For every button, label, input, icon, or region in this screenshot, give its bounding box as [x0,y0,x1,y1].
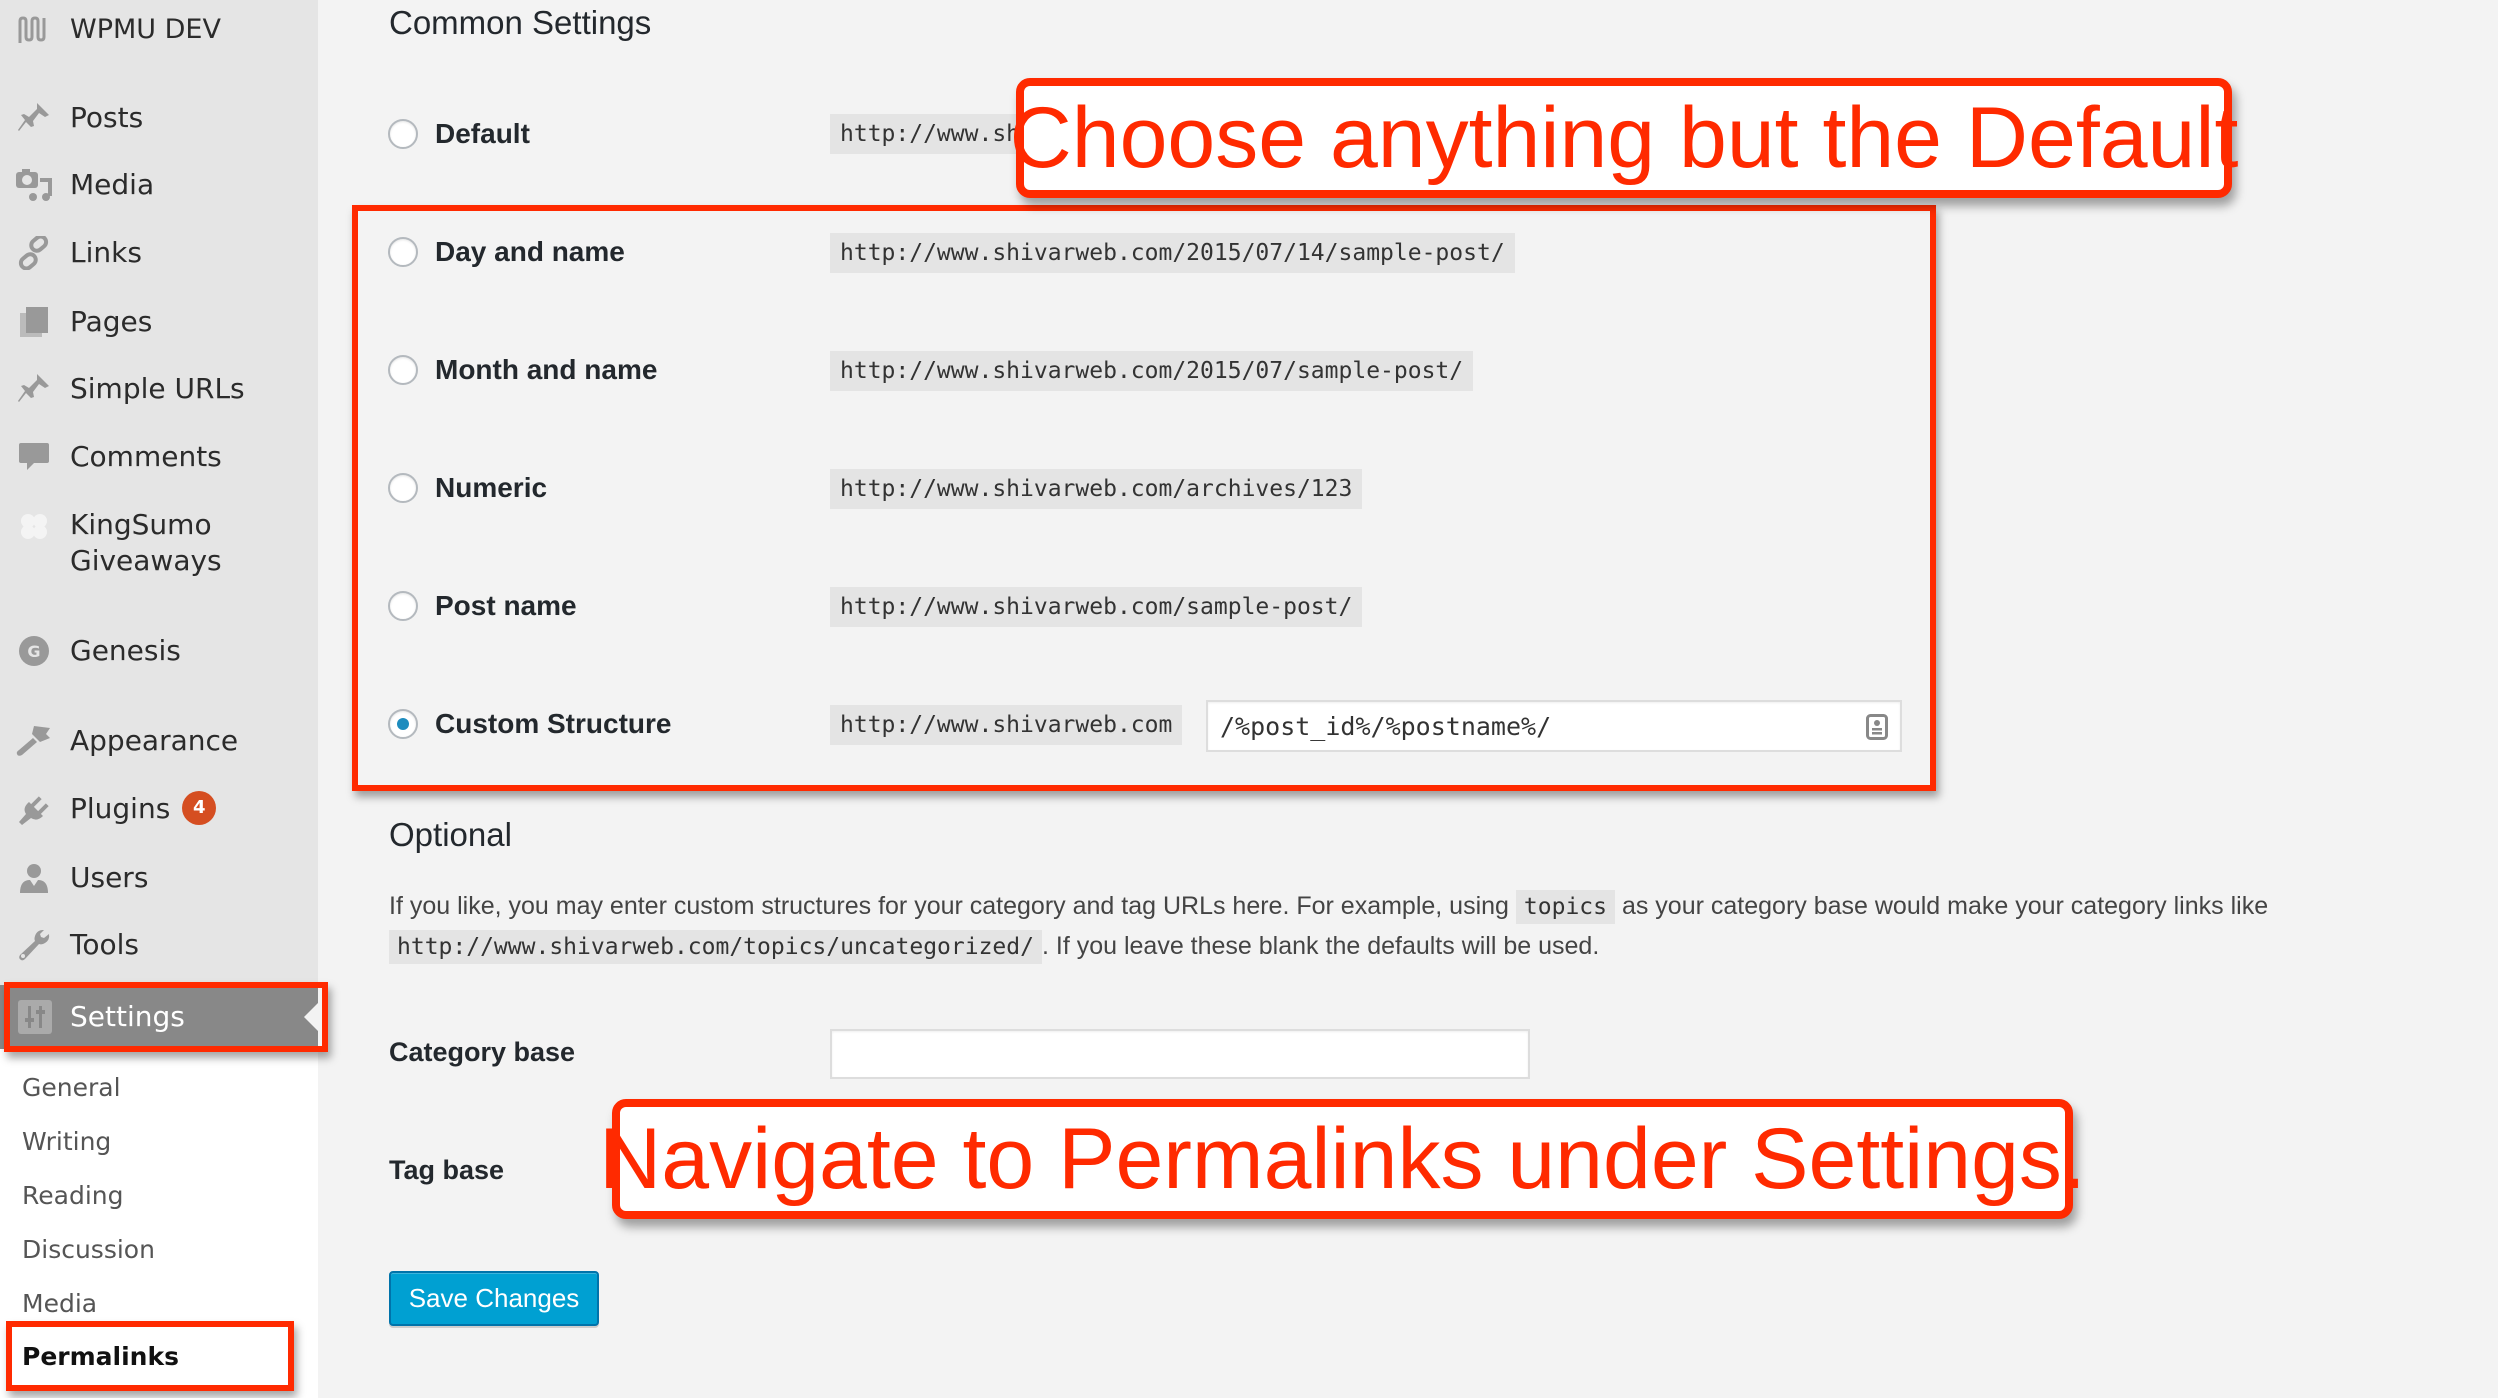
option-label: Default [435,118,530,149]
sidebar-item-comments[interactable]: Comments [0,427,318,487]
category-base-input[interactable] [830,1029,1530,1079]
pin-icon [16,100,52,136]
sidebar-item-label: Genesis [70,634,181,667]
media-icon [16,167,52,203]
description-text: If you like, you may enter custom struct… [389,892,1509,920]
sidebar-item-label: Plugins 4 [70,791,217,827]
description-text: . If you leave these blank the defaults … [1041,932,1600,960]
sidebar-item-label: Tools [70,928,139,961]
tag-base-label: Tag base [389,1155,505,1185]
submenu-item-general[interactable]: General [22,1071,121,1105]
callout-navigate-permalinks: Navigate to Permalinks under Settings. [599,1099,2086,1219]
sidebar-item-label: Pages [70,305,153,338]
sidebar-item-label: Simple URLs [70,372,245,405]
submenu-item-media[interactable]: Media [22,1287,97,1321]
sidebar-item-appearance[interactable]: Appearance [0,711,318,771]
sidebar-item-label: Posts [70,101,144,134]
pin-icon [16,371,52,407]
sidebar-item-links[interactable]: Links [0,223,318,283]
sidebar-item-label: Appearance [70,724,239,757]
example-code: topics [1515,890,1615,924]
optional-description-line-1: If you like, you may enter custom struct… [389,886,2268,927]
sidebar-item-kingsumo[interactable]: KingSumo Giveaways [0,503,318,583]
sidebar-item-pages[interactable]: Pages [0,292,318,352]
annotation-box-settings [4,982,328,1052]
callout-choose-option: Choose anything but the Default [1010,78,2238,198]
callout-text: Choose anything but the Default [1009,89,2239,186]
sidebar-item-plugins[interactable]: Plugins 4 [0,779,318,839]
sidebar-item-label: Media [70,168,155,201]
update-count-badge: 4 [182,791,217,825]
radio-default[interactable] [388,119,418,149]
common-settings-title: Common Settings [389,4,652,41]
submenu-item-writing[interactable]: Writing [22,1125,111,1159]
sidebar-item-media[interactable]: Media [0,155,318,215]
svg-text:G: G [27,642,40,661]
genesis-icon: G [16,633,52,669]
wpmudev-logo-icon [16,12,52,48]
brand-label: WPMU DEV [70,14,221,45]
annotation-box-options [352,205,1936,791]
plugins-label: Plugins [70,792,171,825]
sidebar-item-label: KingSumo Giveaways [70,508,222,577]
sidebar-item-label: Links [70,236,142,269]
sidebar-item-label: Users [70,861,149,894]
category-base-label: Category base [389,1037,576,1067]
sidebar-item-posts[interactable]: Posts [0,88,318,148]
save-changes-button[interactable]: Save Changes [389,1271,599,1326]
pages-icon [16,304,52,340]
sidebar-item-users[interactable]: Users [0,848,318,908]
plugin-icon [16,791,52,827]
paintbrush-icon [16,723,52,759]
link-icon [16,235,52,271]
optional-title: Optional [389,816,512,853]
wrench-icon [16,927,52,963]
user-icon [16,860,52,896]
example-code: http://www.shivarweb.com/topics/uncatego… [389,930,1042,964]
sidebar-item-simple-urls[interactable]: Simple URLs [0,359,318,419]
sidebar-item-label: Comments [70,440,222,473]
clover-icon [16,509,52,545]
comment-icon [16,439,52,475]
sidebar-brand[interactable]: WPMU DEV [0,0,318,60]
sidebar-item-genesis[interactable]: G Genesis [0,621,318,681]
submenu-item-reading[interactable]: Reading [22,1179,123,1213]
annotation-box-permalinks [6,1321,294,1391]
sidebar-item-tools[interactable]: Tools [0,915,318,975]
callout-text: Navigate to Permalinks under Settings. [599,1110,2086,1207]
submenu-item-discussion[interactable]: Discussion [22,1233,155,1267]
description-text: as your category base would make your ca… [1621,892,2269,920]
optional-description-line-2: http://www.shivarweb.com/topics/uncatego… [389,926,1599,967]
